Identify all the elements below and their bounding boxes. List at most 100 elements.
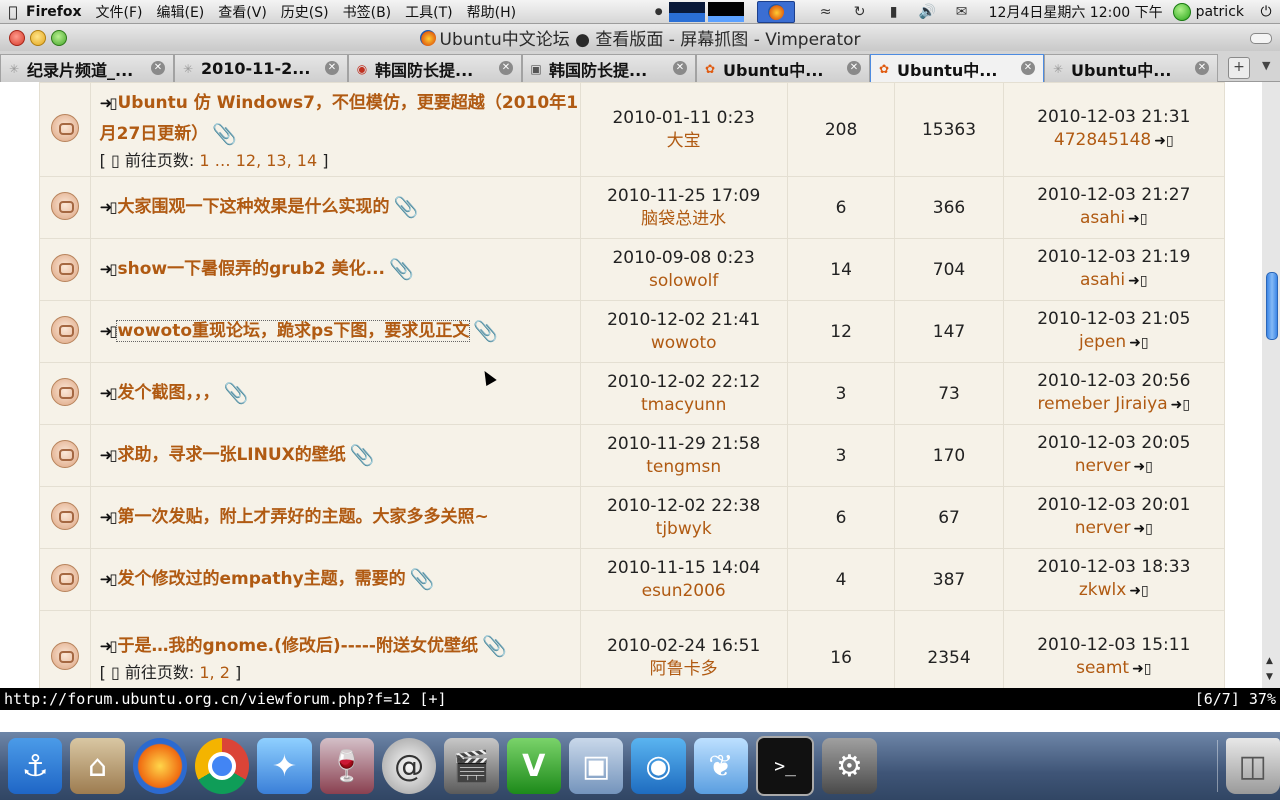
chrome-icon[interactable]: [194, 738, 250, 794]
tab-close-icon[interactable]: ✕: [151, 61, 165, 75]
app-name-menu[interactable]: Firefox: [26, 4, 82, 20]
goto-new-post-icon[interactable]: ➜▯: [100, 322, 118, 340]
goto-last-post-icon[interactable]: ➜▯: [1154, 133, 1173, 149]
tab-7[interactable]: ✳ Ubuntu中... ✕: [1044, 54, 1218, 82]
network-monitor-graph[interactable]: [707, 2, 744, 22]
author-link[interactable]: 大宝: [581, 130, 787, 153]
goto-new-post-icon[interactable]: ➜▯: [100, 260, 118, 278]
last-poster-link[interactable]: jepen: [1079, 332, 1126, 352]
topic-title-link[interactable]: 求助，寻求一张LINUX的壁纸: [117, 445, 345, 465]
topic-title-link[interactable]: 于是…我的gnome.(修改后)-----附送女优壁纸: [117, 636, 477, 656]
terminal-icon[interactable]: >_: [755, 736, 815, 796]
goto-last-post-icon[interactable]: ➜▯: [1133, 521, 1152, 537]
menubar-clock[interactable]: 12月4日星期六 12:00 下午: [989, 2, 1163, 22]
window-close-button[interactable]: [9, 30, 25, 46]
wifi-icon[interactable]: ≈: [815, 3, 837, 21]
goto-new-post-icon[interactable]: ➜▯: [100, 570, 118, 588]
goto-last-post-icon[interactable]: ➜▯: [1129, 583, 1148, 599]
tab-close-icon[interactable]: ✕: [325, 61, 339, 75]
power-icon[interactable]: ⏻: [1256, 4, 1276, 20]
vertical-scrollbar[interactable]: ▲ ▼: [1262, 82, 1280, 688]
firefox-icon[interactable]: [132, 738, 187, 794]
last-poster-link[interactable]: nerver: [1075, 518, 1131, 538]
topic-title-link[interactable]: show一下暑假弄的grub2 美化...: [117, 259, 385, 279]
new-tab-button[interactable]: +: [1228, 57, 1250, 79]
last-poster-link[interactable]: 472845148: [1054, 130, 1151, 150]
menu-file[interactable]: 文件(F): [96, 2, 143, 22]
pagination-links[interactable]: 1 … 12, 13, 14: [199, 151, 317, 170]
author-link[interactable]: wowoto: [581, 332, 787, 355]
tab-close-icon[interactable]: ✕: [673, 61, 687, 75]
tab-5[interactable]: ✿ Ubuntu中... ✕: [696, 54, 870, 82]
goto-last-post-icon[interactable]: ➜▯: [1171, 397, 1190, 413]
trash-icon[interactable]: ◫: [1225, 738, 1280, 794]
topic-title-link[interactable]: 发个截图，，，: [117, 383, 219, 403]
tab-3[interactable]: ◉ 韩国防长提... ✕: [348, 54, 522, 82]
goto-last-post-icon[interactable]: ➜▯: [1129, 335, 1148, 351]
photo-viewer-icon[interactable]: ▣: [568, 738, 624, 794]
scrollbar-thumb[interactable]: [1266, 272, 1278, 340]
tab-4[interactable]: ▣ 韩国防长提... ✕: [522, 54, 696, 82]
menu-bookmarks[interactable]: 书签(B): [343, 2, 392, 22]
tab-close-icon[interactable]: ✕: [499, 61, 513, 75]
last-poster-link[interactable]: remeber Jiraiya: [1038, 394, 1168, 414]
anchor-icon[interactable]: ⚓: [8, 738, 63, 794]
author-link[interactable]: solowolf: [581, 270, 787, 293]
window-minimize-button[interactable]: [30, 30, 46, 46]
wine-icon[interactable]: 🍷: [319, 738, 374, 794]
battery-icon[interactable]: ▮: [883, 3, 905, 21]
author-link[interactable]: 脑袋总进水: [581, 208, 787, 231]
author-link[interactable]: tengmsn: [581, 456, 787, 479]
goto-new-post-icon[interactable]: ➜▯: [100, 94, 118, 112]
at-sign-icon[interactable]: @: [381, 738, 437, 794]
last-poster-link[interactable]: asahi: [1080, 208, 1125, 228]
goto-last-post-icon[interactable]: ➜▯: [1128, 273, 1147, 289]
tab-6-active[interactable]: ✿ Ubuntu中... ✕: [870, 54, 1044, 82]
topic-title-link[interactable]: 第一次发贴，附上才弄好的主题。大家多多关照~: [117, 507, 488, 527]
menu-view[interactable]: 查看(V): [218, 2, 267, 22]
toolbar-toggle-button[interactable]: [1250, 33, 1272, 44]
topic-title-link[interactable]: Ubuntu 仿 Windows7，不但模仿，更要超越（2010年1月27日更新…: [100, 93, 578, 144]
scroll-up-arrow-icon[interactable]: ▲: [1266, 656, 1273, 666]
apple-logo-icon[interactable]: : [0, 3, 26, 21]
goto-last-post-icon[interactable]: ➜▯: [1132, 661, 1151, 677]
film-icon[interactable]: 🎬: [444, 738, 499, 794]
firefox-tray-icon[interactable]: [756, 1, 795, 23]
tab-close-icon[interactable]: ✕: [847, 61, 861, 75]
author-link[interactable]: tjbwyk: [581, 518, 787, 541]
goto-new-post-icon[interactable]: ➜▯: [100, 637, 118, 655]
menu-help[interactable]: 帮助(H): [467, 2, 516, 22]
goto-new-post-icon[interactable]: ➜▯: [100, 384, 118, 402]
author-link[interactable]: esun2006: [581, 580, 787, 603]
mail-icon[interactable]: ✉: [951, 3, 973, 21]
bird-icon[interactable]: ✦: [257, 738, 312, 794]
tab-close-icon[interactable]: ✕: [1195, 61, 1209, 75]
home-icon[interactable]: ⌂: [70, 738, 125, 794]
goto-new-post-icon[interactable]: ➜▯: [100, 446, 118, 464]
tab-2[interactable]: ✳ 2010-11-2... ✕: [174, 54, 348, 82]
last-poster-link[interactable]: asahi: [1080, 270, 1125, 290]
topic-title-link[interactable]: 大家围观一下这种效果是什么实现的: [117, 197, 389, 217]
last-poster-link[interactable]: zkwlx: [1079, 580, 1126, 600]
cpu-monitor-graph[interactable]: [668, 2, 705, 22]
last-poster-link[interactable]: seamt: [1076, 658, 1129, 678]
vim-icon[interactable]: V: [506, 738, 561, 794]
author-link[interactable]: 阿鲁卡多: [581, 658, 787, 681]
user-menu[interactable]: patrick: [1196, 4, 1244, 20]
window-zoom-button[interactable]: [51, 30, 67, 46]
last-poster-link[interactable]: nerver: [1075, 456, 1131, 476]
topic-title-link[interactable]: wowoto重现论坛，跪求ps下图，要求见正文: [116, 320, 471, 342]
volume-icon[interactable]: 🔊: [917, 3, 939, 21]
menu-tools[interactable]: 工具(T): [405, 2, 452, 22]
settings-gear-icon[interactable]: ⚙: [822, 738, 877, 794]
goto-last-post-icon[interactable]: ➜▯: [1133, 459, 1152, 475]
camera-icon[interactable]: ◉: [631, 738, 686, 794]
goto-new-post-icon[interactable]: ➜▯: [100, 198, 118, 216]
topic-title-link[interactable]: 发个修改过的empathy主题，需要的: [117, 569, 405, 589]
goto-new-post-icon[interactable]: ➜▯: [100, 508, 118, 526]
menu-edit[interactable]: 编辑(E): [157, 2, 205, 22]
sync-icon[interactable]: ↻: [849, 3, 871, 21]
tab-1[interactable]: ✳ 纪录片频道_... ✕: [0, 54, 174, 82]
feather-icon[interactable]: ❦: [693, 738, 748, 794]
tab-list-dropdown-icon[interactable]: ▼: [1262, 59, 1270, 81]
